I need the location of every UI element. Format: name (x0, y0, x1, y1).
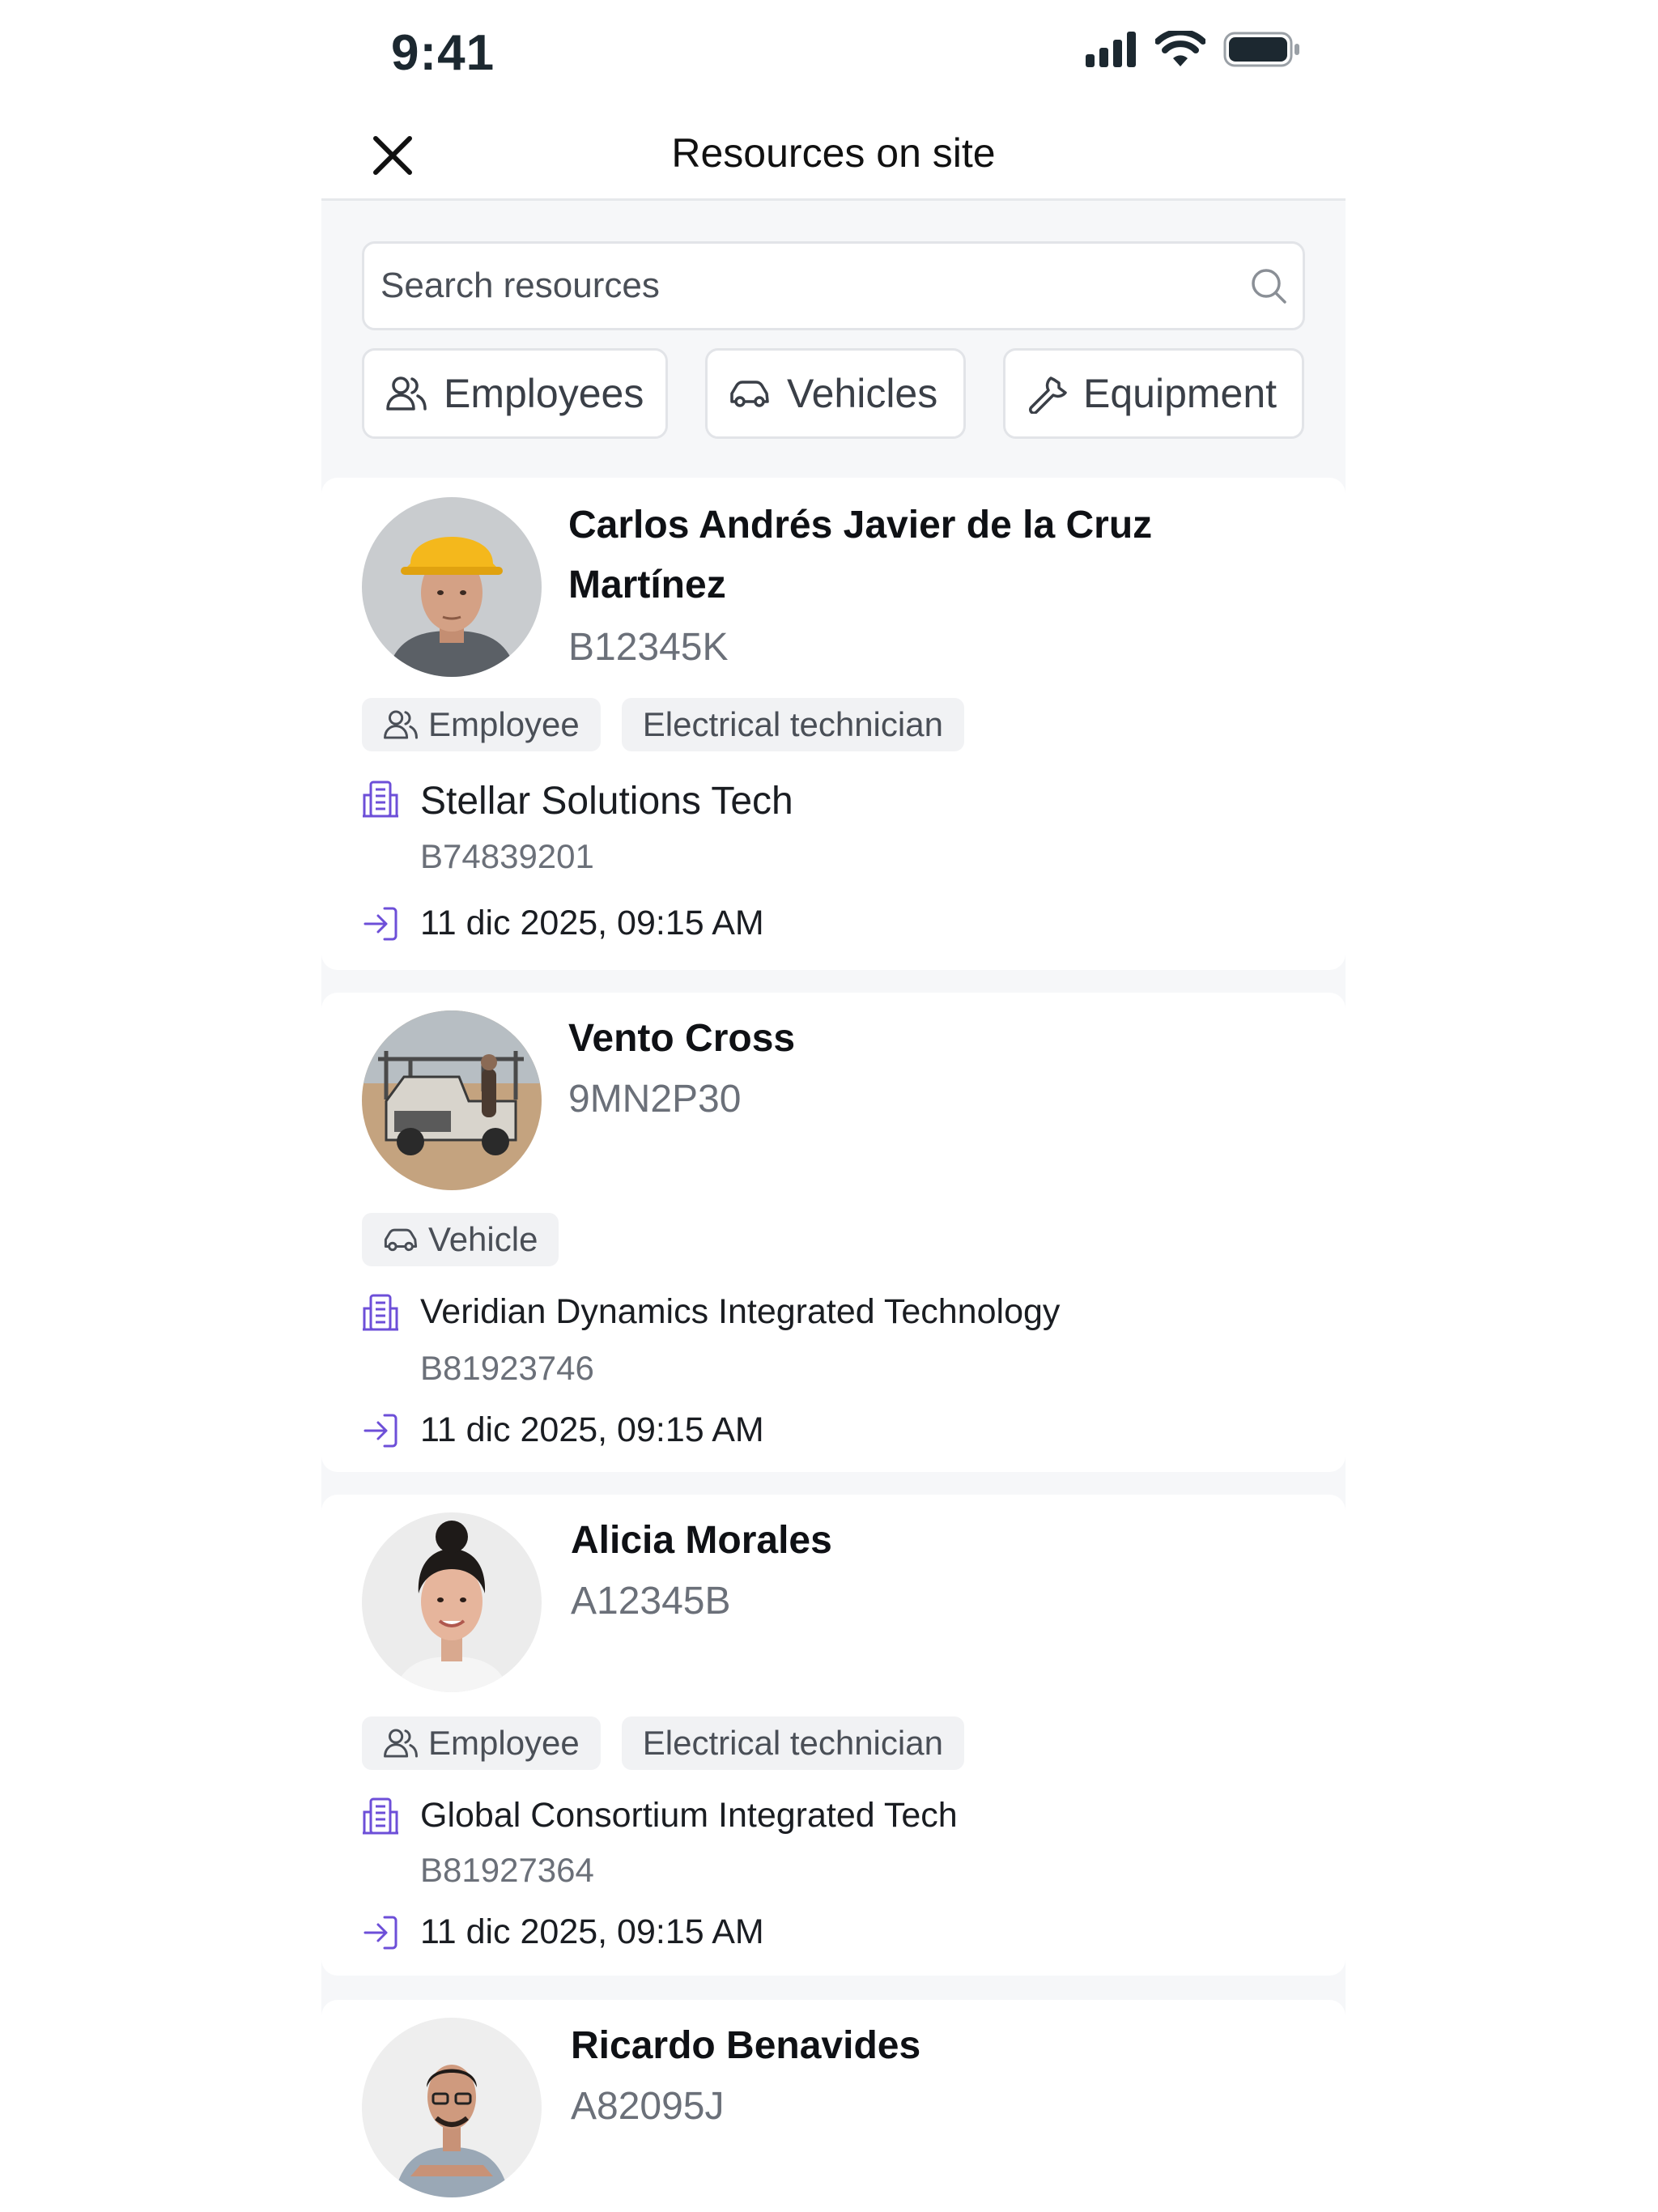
type-tag-label: Vehicle (428, 1220, 538, 1258)
search-box (362, 241, 1305, 330)
filter-vehicles-label: Vehicles (787, 371, 938, 416)
filter-equipment-label: Equipment (1083, 371, 1278, 416)
entry-row: 11 dic 2025, 09:15 AM (362, 904, 764, 943)
company-row: Global Consortium Integrated Tech (362, 1796, 958, 1836)
resource-card[interactable]: Alicia Morales A12345B Employee Electric… (321, 1495, 1346, 1976)
type-tag-label: Employee (428, 1724, 580, 1762)
type-tag: Vehicle (362, 1213, 559, 1266)
users-icon (384, 710, 418, 739)
users-icon (384, 1729, 418, 1758)
tag-list: Employee Electrical technician (362, 698, 964, 751)
company-code: B81927364 (420, 1851, 594, 1889)
entry-row: 11 dic 2025, 09:15 AM (362, 1912, 764, 1952)
resource-name: Carlos Andrés Javier de la Cruz Martínez (568, 504, 1153, 606)
battery-icon (1223, 32, 1299, 67)
resource-card[interactable]: Vento Cross 9MN2P30 Vehicle Veridian Dyn… (321, 993, 1346, 1472)
type-tag: Employee (362, 1716, 601, 1770)
company-row: Veridian Dynamics Integrated Technology (362, 1292, 1060, 1333)
type-tag: Employee (362, 698, 601, 751)
resource-code: A12345B (571, 1580, 731, 1623)
avatar-worker-hardhat-photo (362, 497, 542, 677)
role-tag: Electrical technician (621, 1716, 964, 1770)
sign-in-icon (363, 1414, 397, 1447)
filter-employees-button[interactable]: Employees (362, 348, 668, 439)
tag-list: Vehicle (362, 1213, 559, 1266)
entry-datetime: 11 dic 2025, 09:15 AM (420, 1410, 764, 1449)
resource-card[interactable]: Ricardo Benavides A82095J (321, 2000, 1346, 2212)
avatar-man-photo (362, 2018, 542, 2197)
resource-name: Vento Cross (568, 1017, 796, 1060)
search-icon (1252, 269, 1286, 304)
status-bar: 9:41 (321, 0, 1346, 110)
company-name: Global Consortium Integrated Tech (420, 1796, 958, 1835)
resource-name: Ricardo Benavides (571, 2024, 921, 2067)
building-icon (363, 1294, 398, 1331)
avatar (362, 1010, 542, 1190)
status-icons (1086, 31, 1301, 68)
filter-employees-label: Employees (444, 371, 644, 416)
resource-name: Alicia Morales (571, 1519, 832, 1562)
resource-code: A82095J (571, 2085, 725, 2128)
filter-vehicles-button[interactable]: Vehicles (705, 348, 966, 439)
entry-row: 11 dic 2025, 09:15 AM (362, 1410, 764, 1450)
resource-code: B12345K (568, 626, 729, 669)
company-code: B74839201 (420, 837, 594, 875)
tag-list: Employee Electrical technician (362, 1716, 964, 1770)
filter-equipment-button[interactable]: Equipment (1003, 348, 1304, 439)
entry-datetime: 11 dic 2025, 09:15 AM (420, 1912, 764, 1951)
wrench-icon (1029, 376, 1067, 414)
avatar (362, 2018, 542, 2197)
search-input[interactable] (380, 244, 1222, 328)
phone-screen: 9:41 Resources on site Search resources … (321, 0, 1346, 2212)
role-tag: Electrical technician (621, 698, 964, 751)
building-icon (363, 781, 398, 818)
type-tag-label: Employee (428, 705, 580, 743)
building-icon (363, 1797, 398, 1835)
company-name: Veridian Dynamics Integrated Technology (420, 1292, 1061, 1331)
role-tag-label: Electrical technician (642, 1724, 943, 1762)
company-name: Stellar Solutions Tech (420, 780, 793, 823)
avatar (362, 1512, 542, 1692)
company-row: Stellar Solutions Tech (362, 779, 793, 823)
resource-card[interactable]: Carlos Andrés Javier de la Cruz Martínez… (321, 478, 1346, 970)
status-time: 9:41 (391, 25, 495, 81)
car-icon (384, 1228, 418, 1252)
sign-in-icon (363, 1916, 397, 1949)
wifi-icon (1155, 31, 1205, 66)
resource-code: 9MN2P30 (568, 1078, 742, 1121)
company-code: B81923746 (420, 1349, 594, 1387)
car-icon (730, 381, 769, 407)
filter-chips: Employees Vehicles Equipment (362, 348, 1304, 439)
page-title: Resources on site (671, 130, 996, 176)
role-tag-label: Electrical technician (642, 705, 943, 743)
users-icon (386, 376, 427, 410)
header-bar: Resources on site (321, 110, 1346, 201)
entry-datetime: 11 dic 2025, 09:15 AM (420, 904, 764, 942)
avatar (362, 497, 542, 677)
sign-in-icon (363, 907, 397, 940)
avatar-woman-photo (362, 1512, 542, 1692)
avatar-pickup-truck-photo (362, 1010, 542, 1190)
cellular-signal-icon (1086, 32, 1136, 67)
